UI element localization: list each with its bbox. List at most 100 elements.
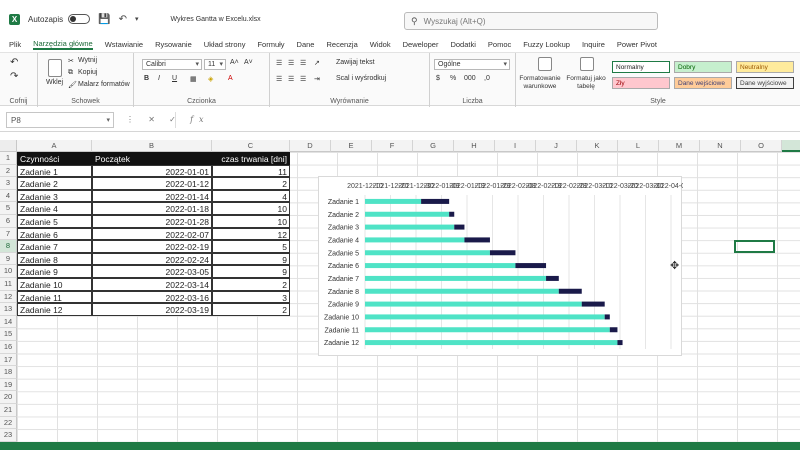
table-cell[interactable]: 2022-02-24 [92, 252, 212, 266]
table-cell[interactable]: Zadanie 5 [17, 215, 92, 228]
font-size-select[interactable]: 11 [204, 59, 226, 70]
row-header-9[interactable]: 9 [0, 252, 17, 266]
row-header-19[interactable]: 19 [0, 378, 17, 392]
align-center-icon[interactable]: ☰ [288, 75, 294, 83]
shrink-font-icon[interactable]: A˅ [244, 59, 253, 66]
align-left-icon[interactable]: ☰ [276, 75, 282, 83]
table-cell[interactable]: 2022-03-19 [92, 303, 212, 316]
autosave-toggle[interactable] [68, 14, 91, 24]
row-header-6[interactable]: 6 [0, 215, 17, 228]
table-cell[interactable]: 10 [212, 202, 290, 215]
row-header-21[interactable]: 21 [0, 404, 17, 417]
number-format-select[interactable]: Ogólne [434, 59, 510, 70]
format-as-table-icon[interactable] [580, 57, 594, 71]
table-cell[interactable]: 2022-01-12 [92, 177, 212, 190]
table-cell[interactable]: 10 [212, 215, 290, 228]
row-header-14[interactable]: 14 [0, 315, 17, 329]
column-header-j[interactable]: J [536, 140, 577, 152]
tab-14[interactable]: Inquire [582, 40, 605, 49]
tab-10[interactable]: Deweloper [403, 40, 439, 49]
format-painter-icon[interactable]: 🖌 [68, 81, 77, 89]
thousands-icon[interactable]: 000 [464, 75, 476, 82]
table-cell[interactable]: 9 [212, 252, 290, 266]
column-header-c[interactable]: C [212, 140, 290, 152]
table-cell[interactable]: Zadanie 4 [17, 202, 92, 215]
column-header-k[interactable]: K [577, 140, 618, 152]
redo-icon[interactable]: ↷ [10, 71, 18, 82]
paste-icon[interactable] [48, 59, 62, 77]
table-cell[interactable]: Zadanie 10 [17, 278, 92, 291]
table-cell[interactable]: 2022-03-16 [92, 290, 212, 304]
table-cell[interactable]: 12 [212, 227, 290, 241]
tab-15[interactable]: Power Pivot [617, 40, 657, 49]
column-header-n[interactable]: N [700, 140, 741, 152]
cut-icon[interactable]: ✂ [68, 57, 74, 65]
borders-icon[interactable]: ▦ [190, 75, 197, 83]
row-header-12[interactable]: 12 [0, 290, 17, 304]
table-cell[interactable]: Zadanie 1 [17, 164, 92, 178]
table-cell[interactable]: 11 [212, 164, 290, 178]
row-header-16[interactable]: 16 [0, 341, 17, 354]
tab-2[interactable]: Narzędzia główne [33, 39, 93, 50]
fill-color-icon[interactable]: ◈ [208, 75, 213, 83]
column-header-m[interactable]: M [659, 140, 700, 152]
tab-9[interactable]: Widok [370, 40, 391, 49]
font-name-select[interactable]: Calibri [142, 59, 202, 70]
table-cell[interactable]: 2022-03-05 [92, 265, 212, 278]
row-header-22[interactable]: 22 [0, 416, 17, 430]
column-header-f[interactable]: F [372, 140, 413, 152]
select-all-corner[interactable] [0, 140, 17, 152]
cell-style-6[interactable]: Dane wyjściowe [736, 77, 794, 89]
column-header-l[interactable]: L [618, 140, 659, 152]
search-box[interactable]: ⚲ Wyszukaj (Alt+Q) [404, 12, 658, 30]
table-cell[interactable]: 2022-02-07 [92, 227, 212, 241]
conditional-formatting-button[interactable]: Formatowanie warunkowe [518, 75, 562, 91]
row-header-1[interactable]: 1 [0, 152, 17, 165]
underline-icon[interactable]: U [172, 75, 177, 82]
table-header-cell[interactable]: czas trwania [dni] [212, 152, 290, 165]
row-header-7[interactable]: 7 [0, 227, 17, 241]
bold-icon[interactable]: B [144, 75, 149, 82]
row-header-11[interactable]: 11 [0, 278, 17, 291]
row-header-5[interactable]: 5 [0, 202, 17, 215]
tab-6[interactable]: Formuły [257, 40, 284, 49]
copy-icon[interactable]: ⧉ [68, 69, 73, 77]
formula-input[interactable] [175, 112, 795, 128]
format-as-table-button[interactable]: Formatuj jako tabelę [564, 75, 608, 91]
align-top-icon[interactable]: ☰ [276, 59, 282, 67]
align-middle-icon[interactable]: ☰ [288, 59, 294, 67]
table-cell[interactable]: Zadanie 2 [17, 177, 92, 190]
table-cell[interactable]: Zadanie 9 [17, 265, 92, 278]
cut-button[interactable]: Wytnij [78, 57, 97, 64]
wrap-text-button[interactable]: Zawijaj tekst [336, 59, 375, 66]
table-cell[interactable]: Zadanie 12 [17, 303, 92, 316]
tab-12[interactable]: Pomoc [488, 40, 511, 49]
column-header-b[interactable]: B [92, 140, 212, 152]
row-header-15[interactable]: 15 [0, 328, 17, 341]
indent-icon[interactable]: ⇥ [314, 75, 320, 83]
row-header-10[interactable]: 10 [0, 265, 17, 278]
merge-center-button[interactable]: Scal i wyśrodkuj [336, 75, 386, 82]
table-cell[interactable]: 2022-01-01 [92, 164, 212, 178]
row-header-8[interactable]: 8 [0, 240, 17, 253]
cell-style-2[interactable]: Dobry [674, 61, 732, 73]
table-cell[interactable]: 9 [212, 265, 290, 278]
column-header-h[interactable]: H [454, 140, 495, 152]
tab-5[interactable]: Układ strony [204, 40, 246, 49]
cell-style-3[interactable]: Neutralny [736, 61, 794, 73]
row-header-2[interactable]: 2 [0, 164, 17, 178]
column-header-d[interactable]: D [290, 140, 331, 152]
column-header-e[interactable]: E [331, 140, 372, 152]
table-cell[interactable]: 2022-01-14 [92, 189, 212, 203]
customize-toolbar-icon[interactable]: ▾ [135, 15, 139, 23]
column-header-o[interactable]: O [741, 140, 782, 152]
cell-style-4[interactable]: Zły [612, 77, 670, 89]
table-cell[interactable]: Zadanie 8 [17, 252, 92, 266]
row-header-4[interactable]: 4 [0, 189, 17, 203]
copy-button[interactable]: Kopiuj [78, 69, 97, 76]
align-right-icon[interactable]: ☰ [300, 75, 306, 83]
cell-style-5[interactable]: Dane wejściowe [674, 77, 732, 89]
row-header-23[interactable]: 23 [0, 429, 17, 442]
tab-8[interactable]: Recenzja [326, 40, 357, 49]
table-cell[interactable]: Zadanie 7 [17, 240, 92, 253]
